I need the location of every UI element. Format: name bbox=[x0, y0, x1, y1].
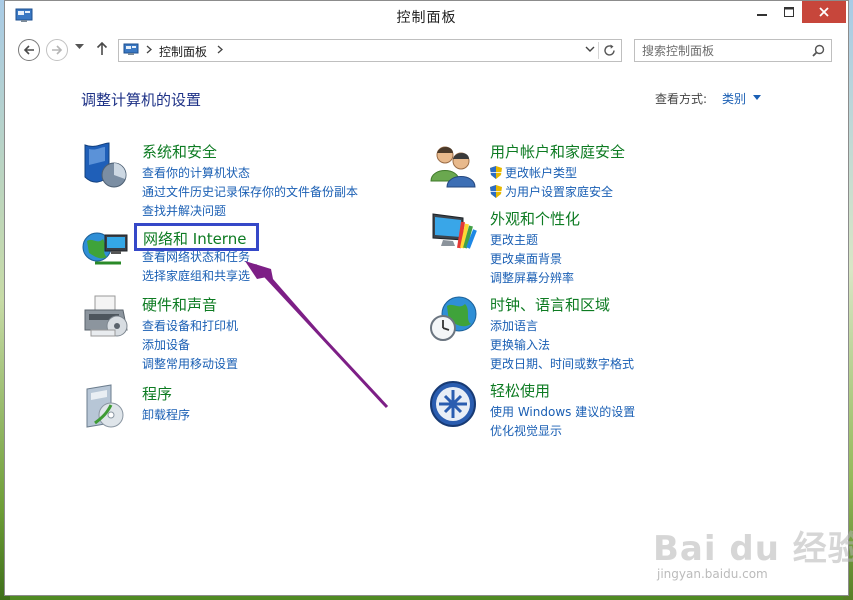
arrow-left-icon bbox=[23, 45, 34, 55]
minimize-icon bbox=[757, 14, 767, 16]
maximize-icon bbox=[784, 7, 794, 17]
control-panel-window: 控制面板 控制面板 搜索控制面板 调整计算机的设置 查看方式: 类别 系统和安全… bbox=[4, 0, 853, 600]
search-icon[interactable] bbox=[812, 44, 825, 57]
navigation-bar: 控制面板 bbox=[5, 31, 848, 69]
breadcrumb-control-panel[interactable]: 控制面板 bbox=[159, 43, 207, 60]
search-box[interactable] bbox=[634, 39, 832, 62]
address-divider bbox=[598, 42, 599, 59]
breadcrumb-chevron-icon[interactable] bbox=[146, 45, 152, 54]
minimize-button[interactable] bbox=[748, 1, 776, 23]
watermark-brand: Bai du 经验 bbox=[653, 529, 853, 569]
annotation-arrow bbox=[245, 261, 389, 409]
address-history-chevron-down-icon[interactable] bbox=[585, 46, 595, 53]
breadcrumb-chevron-icon[interactable] bbox=[217, 45, 223, 54]
watermark-url: jingyan.baidu.com bbox=[657, 567, 768, 581]
maximize-button[interactable] bbox=[776, 1, 802, 23]
title-bar: 控制面板 bbox=[5, 1, 848, 31]
main-content: 调整计算机的设置 查看方式: 类别 系统和安全 查看你的计算机状态 通过文件历史… bbox=[5, 69, 853, 600]
address-bar[interactable]: 控制面板 bbox=[118, 39, 622, 62]
close-button[interactable] bbox=[802, 1, 846, 23]
baidu-watermark: Bai du 经验 jingyan.baidu.com bbox=[653, 521, 853, 600]
forward-button[interactable] bbox=[46, 39, 68, 61]
close-icon bbox=[819, 7, 829, 17]
search-input[interactable] bbox=[635, 40, 805, 61]
refresh-icon[interactable] bbox=[602, 43, 617, 58]
recent-locations-chevron-icon[interactable] bbox=[75, 44, 84, 50]
back-button[interactable] bbox=[18, 39, 40, 61]
up-arrow-icon[interactable] bbox=[96, 41, 108, 56]
window-title: 控制面板 bbox=[396, 10, 457, 26]
arrow-right-icon bbox=[52, 45, 63, 55]
control-panel-icon bbox=[123, 43, 139, 55]
